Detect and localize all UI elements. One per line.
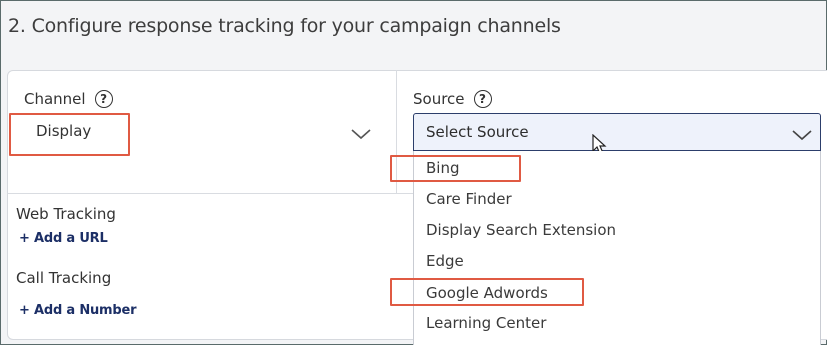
- bing-highlight-box: [390, 155, 521, 182]
- dropdown-option[interactable]: Edge: [426, 252, 464, 270]
- question-circle-icon[interactable]: ?: [473, 90, 492, 108]
- chevron-down-icon[interactable]: [791, 128, 813, 142]
- channel-label-group: Channel ?: [24, 90, 113, 108]
- source-select-text: Select Source: [426, 123, 529, 141]
- google-adwords-highlight-box: [390, 278, 584, 306]
- channel-label: Channel: [24, 90, 86, 108]
- source-label-group: Source ?: [413, 90, 492, 108]
- channel-highlight-box: [9, 113, 130, 156]
- call-tracking-title: Call Tracking: [16, 269, 112, 287]
- row-divider: [8, 193, 413, 194]
- web-tracking-title: Web Tracking: [16, 205, 116, 223]
- dropdown-option[interactable]: Learning Center: [426, 314, 546, 332]
- source-label: Source: [413, 90, 465, 108]
- source-select[interactable]: Select Source: [413, 113, 821, 151]
- dropdown-option[interactable]: Care Finder: [426, 190, 512, 208]
- add-number-link[interactable]: + Add a Number: [19, 303, 137, 318]
- step-title: 2. Configure response tracking for your …: [8, 15, 561, 37]
- dropdown-option[interactable]: Display Search Extension: [426, 221, 616, 239]
- add-url-link[interactable]: + Add a URL: [19, 231, 108, 246]
- chevron-down-icon[interactable]: [350, 127, 372, 141]
- question-circle-icon[interactable]: ?: [94, 90, 113, 108]
